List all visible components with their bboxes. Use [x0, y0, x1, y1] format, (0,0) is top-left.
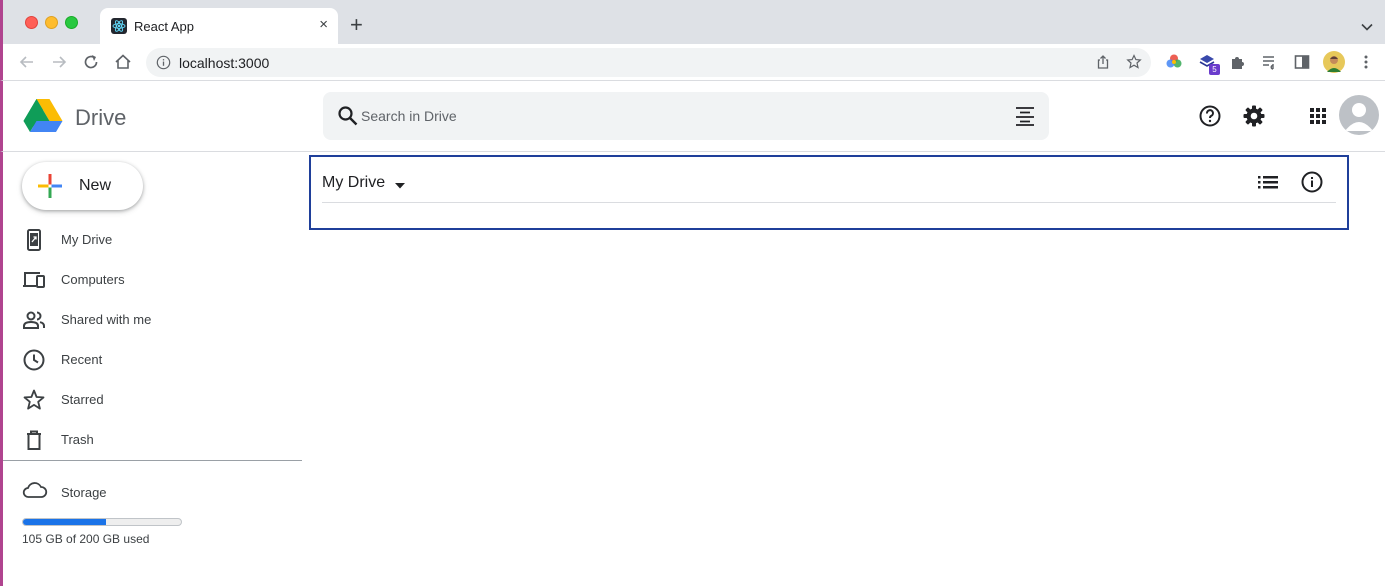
browser-menu-icon[interactable] — [1357, 53, 1375, 71]
storage-used-text: 105 GB of 200 GB used — [22, 532, 150, 546]
reading-list-icon[interactable] — [1261, 53, 1279, 71]
tab-close-icon[interactable]: × — [319, 17, 328, 33]
main-divider — [322, 202, 1336, 203]
storage-progress-fill — [23, 519, 106, 525]
new-button[interactable]: New — [22, 162, 143, 210]
sidebar-item-label: My Drive — [61, 232, 113, 247]
home-icon[interactable] — [113, 52, 133, 72]
sidebar-item-label: Trash — [61, 432, 94, 447]
sidebar: New My Drive Computers Shared with me Re… — [0, 152, 304, 586]
back-arrow-icon[interactable] — [17, 52, 37, 72]
new-button-label: New — [79, 177, 112, 194]
new-tab-button[interactable]: + — [350, 14, 363, 36]
reload-icon[interactable] — [81, 52, 101, 72]
sidebar-item-computers[interactable]: Computers — [3, 260, 303, 300]
sidebar-item-recent[interactable]: Recent — [3, 340, 303, 380]
sidebar-item-storage[interactable]: Storage — [3, 472, 303, 512]
sidebar-item-trash[interactable]: Trash — [3, 420, 303, 460]
browser-tab[interactable]: React App × — [100, 8, 338, 44]
info-icon[interactable] — [1300, 170, 1324, 199]
tab-search-chevron-icon[interactable] — [1361, 18, 1373, 36]
clock-icon — [22, 348, 46, 372]
tab-title: React App — [134, 19, 194, 34]
close-window-button[interactable] — [25, 16, 38, 29]
sidebar-item-label: Computers — [61, 272, 125, 287]
storage-label: Storage — [61, 485, 107, 500]
storage-progress-bar — [22, 518, 182, 526]
forward-arrow-icon[interactable] — [49, 52, 69, 72]
address-bar[interactable]: localhost:3000 — [146, 48, 1151, 77]
share-icon[interactable] — [1095, 54, 1111, 75]
caret-down-icon[interactable] — [394, 177, 406, 195]
site-info-icon[interactable] — [156, 55, 171, 75]
minimize-window-button[interactable] — [45, 16, 58, 29]
list-view-icon[interactable] — [1257, 172, 1279, 197]
shared-icon — [22, 308, 46, 332]
extension-badge: 5 — [1209, 64, 1220, 75]
url-text: localhost:3000 — [179, 55, 270, 71]
my-drive-dropdown[interactable]: My Drive — [322, 174, 385, 192]
apps-grid-icon[interactable] — [1306, 104, 1330, 128]
bookmark-star-icon[interactable] — [1126, 54, 1142, 75]
search-options-icon[interactable] — [1015, 106, 1035, 131]
main-content: My Drive — [309, 155, 1349, 230]
sidebar-item-label: Recent — [61, 352, 103, 367]
browser-tab-strip: React App × + — [0, 0, 1385, 44]
side-panel-icon[interactable] — [1293, 53, 1311, 71]
trash-icon — [22, 428, 46, 452]
my-drive-icon — [22, 228, 46, 252]
zoom-window-button[interactable] — [65, 16, 78, 29]
color-wheel-extension-icon[interactable] — [1165, 53, 1183, 71]
drive-logo-icon[interactable] — [23, 98, 63, 134]
help-icon[interactable] — [1198, 104, 1222, 128]
star-icon — [22, 388, 46, 412]
cloud-icon — [22, 480, 48, 505]
browser-profile-avatar[interactable] — [1323, 51, 1345, 73]
sidebar-item-label: Starred — [61, 392, 104, 407]
settings-gear-icon[interactable] — [1242, 104, 1266, 128]
browser-toolbar: localhost:3000 5 — [0, 44, 1385, 81]
plus-icon — [38, 174, 62, 198]
search-bar[interactable] — [323, 92, 1049, 140]
react-logo-icon — [111, 18, 127, 34]
search-icon[interactable] — [337, 105, 359, 132]
stack-extension-icon[interactable]: 5 — [1198, 53, 1220, 75]
sidebar-item-my-drive[interactable]: My Drive — [3, 220, 303, 260]
sidebar-item-label: Shared with me — [61, 312, 152, 327]
app-header: Drive — [0, 81, 1385, 152]
account-avatar[interactable] — [1339, 95, 1379, 135]
sidebar-item-shared-with-me[interactable]: Shared with me — [3, 300, 303, 340]
search-input[interactable] — [361, 106, 961, 126]
sidebar-divider — [3, 460, 302, 461]
computers-icon — [22, 268, 46, 292]
extensions-puzzle-icon[interactable] — [1229, 53, 1247, 71]
sidebar-item-starred[interactable]: Starred — [3, 380, 303, 420]
brand-name: Drive — [75, 105, 127, 130]
